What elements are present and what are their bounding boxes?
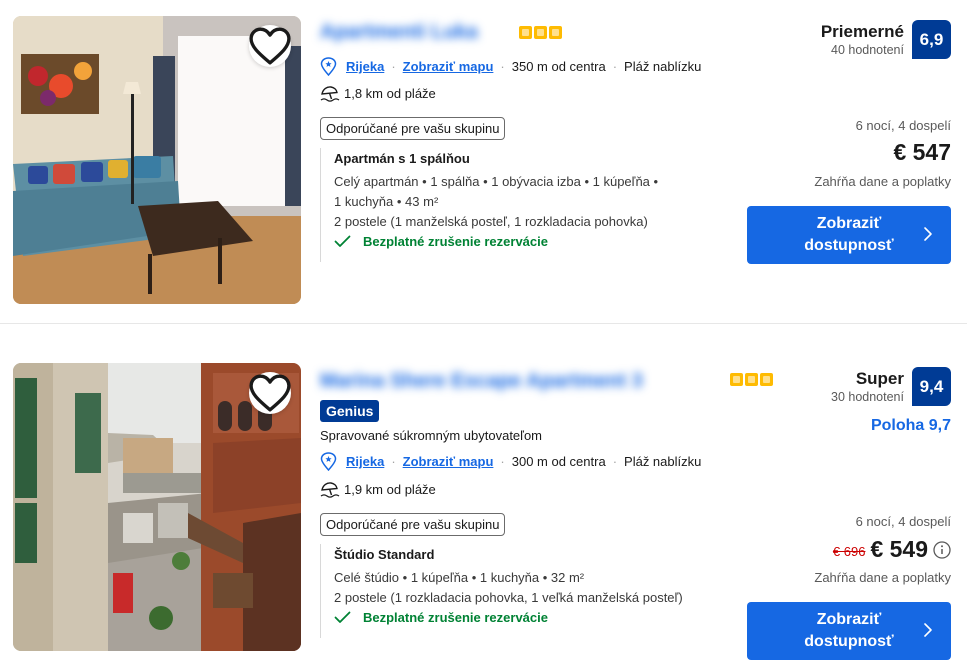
star-icon (519, 26, 532, 39)
favorite-heart-button[interactable] (249, 25, 291, 67)
distance-from-center: 300 m od centra (511, 454, 606, 469)
property-title[interactable]: Marina Shere Escape Apartment 3 (320, 370, 643, 393)
card-divider (0, 323, 967, 324)
price-row: € 696 € 549 (833, 536, 951, 563)
review-score[interactable]: Super 30 hodnotení 9,4 (831, 367, 951, 406)
price-row: € 547 (893, 139, 951, 166)
review-score[interactable]: Priemerné 40 hodnotení 6,9 (821, 20, 951, 59)
unit-beds: 2 postele (1 manželská posteľ, 1 rozklad… (334, 214, 648, 229)
stay-summary: 6 nocí, 4 dospelí (855, 118, 951, 133)
beach-umbrella-icon (320, 86, 340, 102)
unit-name: Apartmán s 1 spálňou (334, 151, 470, 166)
stay-summary: 6 nocí, 4 dospelí (855, 514, 951, 529)
city-link[interactable]: Rijeka (346, 454, 384, 469)
show-availability-label: Zobraziť dostupnosť (804, 215, 894, 254)
info-icon[interactable] (933, 540, 951, 559)
review-count: 40 hodnotení (831, 43, 904, 57)
property-title[interactable]: Apartmenti Luka (320, 21, 478, 44)
taxes-note: Zahŕňa dane a poplatky (814, 570, 951, 585)
city-link[interactable]: Rijeka (346, 59, 384, 74)
unit-facilities: Celý apartmán • 1 spálňa • 1 obývacia iz… (334, 174, 659, 189)
beach-distance-row: 1,8 km od pláže (320, 85, 436, 102)
chevron-right-icon (924, 623, 932, 637)
host-type: Spravované súkromným ubytovateľom (320, 428, 543, 443)
location-row: Rijeka · Zobraziť mapu · 350 m od centra… (320, 57, 701, 76)
checkmark-icon (334, 611, 351, 623)
beach-distance-text: 1,9 km od pláže (344, 482, 436, 497)
recommended-badge: Odporúčané pre vašu skupinu (320, 513, 506, 536)
unit-name: Štúdio Standard (334, 547, 435, 562)
unit-facilities-cont: 1 kuchyňa • 43 m² (334, 194, 439, 209)
review-score-badge: 6,9 (912, 20, 951, 59)
heart-icon (249, 374, 291, 412)
separator-dot: · (612, 454, 618, 469)
star-icon (534, 26, 547, 39)
heart-icon (249, 27, 291, 65)
star-icon (730, 373, 743, 386)
review-score-word: Priemerné (820, 22, 904, 41)
free-cancellation: Bezplatné zrušenie rezervácie (334, 234, 720, 249)
free-cancellation: Bezplatné zrušenie rezervácie (334, 610, 720, 625)
show-availability-button[interactable]: Zobraziť dostupnosť (747, 602, 951, 660)
location-row: Rijeka · Zobraziť mapu · 300 m od centra… (320, 452, 701, 471)
star-rating (519, 26, 562, 39)
price: € 547 (893, 139, 951, 165)
separator-dot: · (500, 454, 505, 469)
review-score-word: Super (855, 369, 904, 388)
unit-details: Štúdio Standard Celé štúdio • 1 kúpeľňa … (320, 544, 720, 638)
show-map-link[interactable]: Zobraziť mapu (403, 454, 494, 469)
star-icon (760, 373, 773, 386)
show-map-link[interactable]: Zobraziť mapu (403, 59, 494, 74)
unit-beds: 2 postele (1 rozkladacia pohovka, 1 veľk… (334, 590, 683, 605)
checkmark-icon (334, 235, 351, 247)
review-count: 30 hodnotení (831, 390, 904, 404)
location-pin-icon (320, 57, 337, 76)
separator-dot: · (391, 454, 396, 469)
star-rating (730, 373, 773, 386)
star-icon (549, 26, 562, 39)
separator-dot: · (391, 59, 396, 74)
unit-details: Apartmán s 1 spálňou Celý apartmán • 1 s… (320, 148, 720, 262)
beach-distance-row: 1,9 km od pláže (320, 481, 436, 498)
beach-umbrella-icon (320, 482, 340, 498)
taxes-note: Zahŕňa dane a poplatky (814, 174, 951, 189)
show-availability-label: Zobraziť dostupnosť (804, 611, 894, 650)
property-card: Marina Shere Escape Apartment 3 Genius S… (0, 346, 967, 668)
separator-dot: · (500, 59, 505, 74)
favorite-heart-button[interactable] (249, 372, 291, 414)
property-photo[interactable] (13, 363, 301, 651)
property-card: Apartmenti Luka Rijeka · Zobraziť mapu ·… (0, 0, 967, 322)
review-score-badge: 9,4 (912, 367, 951, 406)
separator-dot: · (612, 59, 618, 74)
beach-distance-text: 1,8 km od pláže (344, 86, 436, 101)
location-pin-icon (320, 452, 337, 471)
beach-nearby-text: Pláž nablízku (624, 454, 702, 469)
chevron-right-icon (924, 227, 932, 241)
property-photo[interactable] (13, 16, 301, 304)
price: € 549 (870, 536, 928, 562)
original-price: € 696 (832, 544, 866, 559)
genius-badge: Genius (320, 400, 380, 422)
distance-from-center: 350 m od centra (511, 59, 606, 74)
location-score: Poloha 9,7 (870, 417, 951, 434)
unit-facilities: Celé štúdio • 1 kúpeľňa • 1 kuchyňa • 32… (334, 570, 585, 585)
show-availability-button[interactable]: Zobraziť dostupnosť (747, 206, 951, 264)
beach-nearby-text: Pláž nablízku (624, 59, 702, 74)
recommended-badge: Odporúčané pre vašu skupinu (320, 117, 506, 140)
free-cancellation-text: Bezplatné zrušenie rezervácie (363, 610, 548, 625)
free-cancellation-text: Bezplatné zrušenie rezervácie (363, 234, 548, 249)
star-icon (745, 373, 758, 386)
